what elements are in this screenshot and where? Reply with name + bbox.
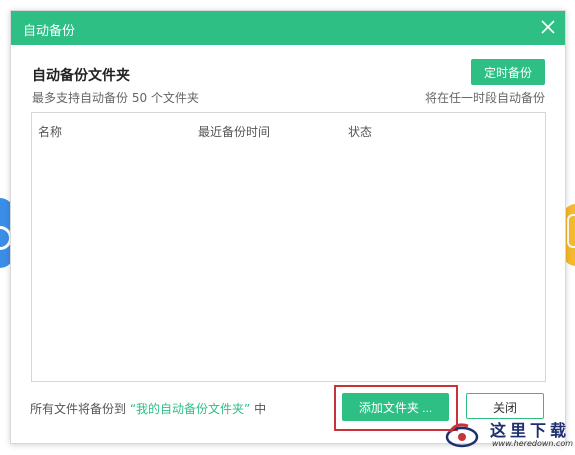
column-header-status[interactable]: 状态 xyxy=(348,123,372,140)
schedule-backup-button[interactable]: 定时备份 xyxy=(471,59,545,85)
backup-destination-note: 所有文件将备份到 “我的自动备份文件夹” 中 xyxy=(30,400,266,417)
watermark-logo-icon xyxy=(445,423,479,448)
close-icon[interactable] xyxy=(539,18,557,36)
background-ring-shape xyxy=(567,214,575,248)
dialog-titlebar: 自动备份 xyxy=(11,11,565,45)
column-header-name[interactable]: 名称 xyxy=(38,123,62,140)
backup-folder-link[interactable]: “我的自动备份文件夹” xyxy=(130,402,250,416)
note-suffix: 中 xyxy=(254,402,267,416)
add-folder-button[interactable]: 添加文件夹 ... xyxy=(342,393,449,421)
column-header-last-backup[interactable]: 最近备份时间 xyxy=(198,123,270,140)
watermark-url: www.heredown.com xyxy=(492,439,574,448)
auto-backup-dialog: 自动备份 自动备份文件夹 定时备份 最多支持自动备份 50 个文件夹 将在任一时… xyxy=(10,10,566,444)
note-prefix: 所有文件将备份到 xyxy=(30,402,127,416)
schedule-hint-text: 将在任一时段自动备份 xyxy=(424,91,545,105)
watermark-text: 这里下载 xyxy=(490,421,571,440)
watermark: 这里下载 www.heredown.com xyxy=(438,414,575,455)
backup-folder-table: 名称 最近备份时间 状态 xyxy=(31,112,546,382)
screen: 自动备份 自动备份文件夹 定时备份 最多支持自动备份 50 个文件夹 将在任一时… xyxy=(0,0,575,455)
folder-limit-text: 最多支持自动备份 50 个文件夹 xyxy=(32,91,199,105)
dialog-title: 自动备份 xyxy=(23,24,76,39)
section-title: 自动备份文件夹 xyxy=(32,68,130,84)
